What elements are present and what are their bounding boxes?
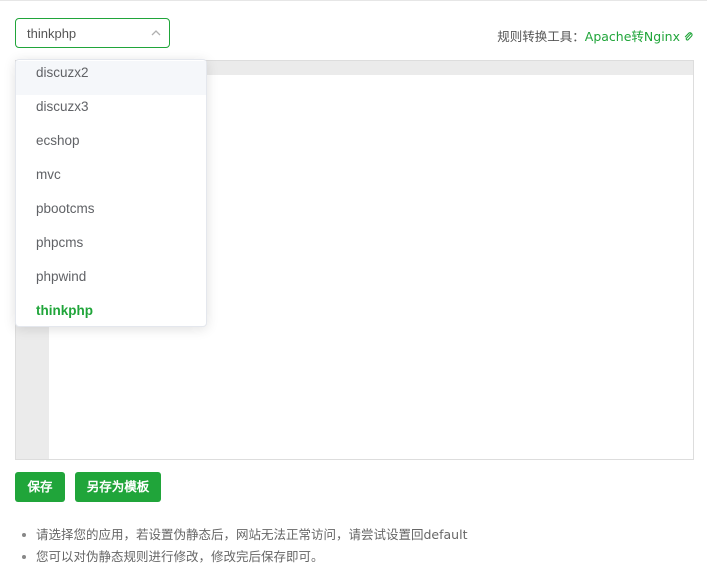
tip-item: 请选择您的应用，若设置伪静态后，网站无法正常访问，请尝试设置回default <box>20 525 467 547</box>
tool-label: 规则转换工具： <box>497 29 585 44</box>
option-thinkphp[interactable]: thinkphp <box>16 299 206 333</box>
tip-item: 您可以对伪静态规则进行修改，修改完后保存即可。 <box>20 547 467 569</box>
save-as-template-button[interactable]: 另存为模板 <box>75 472 161 502</box>
save-button[interactable]: 保存 <box>15 472 65 502</box>
option-ecshop[interactable]: ecshop <box>16 129 206 163</box>
bullet-icon <box>22 555 26 559</box>
option-phpwind[interactable]: phpwind <box>16 265 206 299</box>
apache-to-nginx-link[interactable]: Apache转Nginx <box>585 29 680 44</box>
tips-list: 请选择您的应用，若设置伪静态后，网站无法正常访问，请尝试设置回default 您… <box>20 525 467 569</box>
option-discuzx2[interactable]: discuzx2 <box>16 61 206 95</box>
top-divider <box>0 0 707 1</box>
chevron-up-icon <box>151 30 161 36</box>
template-dropdown-menu: discuzx2 discuzx3 ecshop mvc pbootcms ph… <box>15 59 207 327</box>
rule-convert-tool: 规则转换工具：Apache转Nginx <box>497 26 693 45</box>
tip-text: 请选择您的应用，若设置伪静态后，网站无法正常访问，请尝试设置回default <box>36 527 468 542</box>
option-mvc[interactable]: mvc <box>16 163 206 197</box>
tip-text: 您可以对伪静态规则进行修改，修改完后保存即可。 <box>36 549 324 564</box>
bullet-icon <box>22 533 26 537</box>
rewrite-template-select[interactable]: thinkphp <box>15 18 170 48</box>
option-discuzx3[interactable]: discuzx3 <box>16 95 206 129</box>
select-value: thinkphp <box>27 26 77 41</box>
option-phpcms[interactable]: phpcms <box>16 231 206 265</box>
option-pbootcms[interactable]: pbootcms <box>16 197 206 231</box>
paperclip-icon <box>684 32 693 41</box>
